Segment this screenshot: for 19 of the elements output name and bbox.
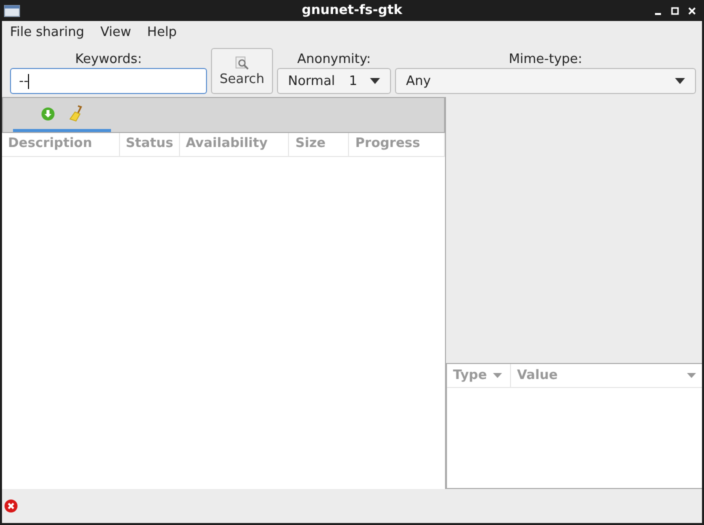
- maximize-icon[interactable]: [671, 6, 679, 14]
- dropdown-arrow-icon: [370, 78, 380, 84]
- anonymity-label: Anonymity:: [297, 52, 371, 67]
- keywords-label: Keywords:: [75, 52, 142, 67]
- window-menu-icon[interactable]: [4, 4, 20, 16]
- search-icon: [235, 56, 249, 70]
- anonymity-dropdown[interactable]: Normal 1: [277, 68, 391, 94]
- download-icon: [41, 106, 55, 120]
- menu-item[interactable]: View: [100, 25, 132, 41]
- menu-item[interactable]: File sharing: [10, 25, 84, 41]
- mime-type-dropdown[interactable]: Any: [395, 68, 696, 94]
- window-title: gnunet-fs-gtk: [302, 3, 402, 18]
- mime-type-label: Mime-type:: [508, 52, 582, 67]
- close-icon[interactable]: [688, 6, 696, 14]
- keywords-field[interactable]: --: [10, 68, 207, 94]
- search-button[interactable]: Search: [211, 48, 273, 94]
- broom-icon: [69, 105, 83, 122]
- dropdown-arrow-icon: [675, 78, 685, 84]
- menu-item[interactable]: Help: [147, 25, 177, 41]
